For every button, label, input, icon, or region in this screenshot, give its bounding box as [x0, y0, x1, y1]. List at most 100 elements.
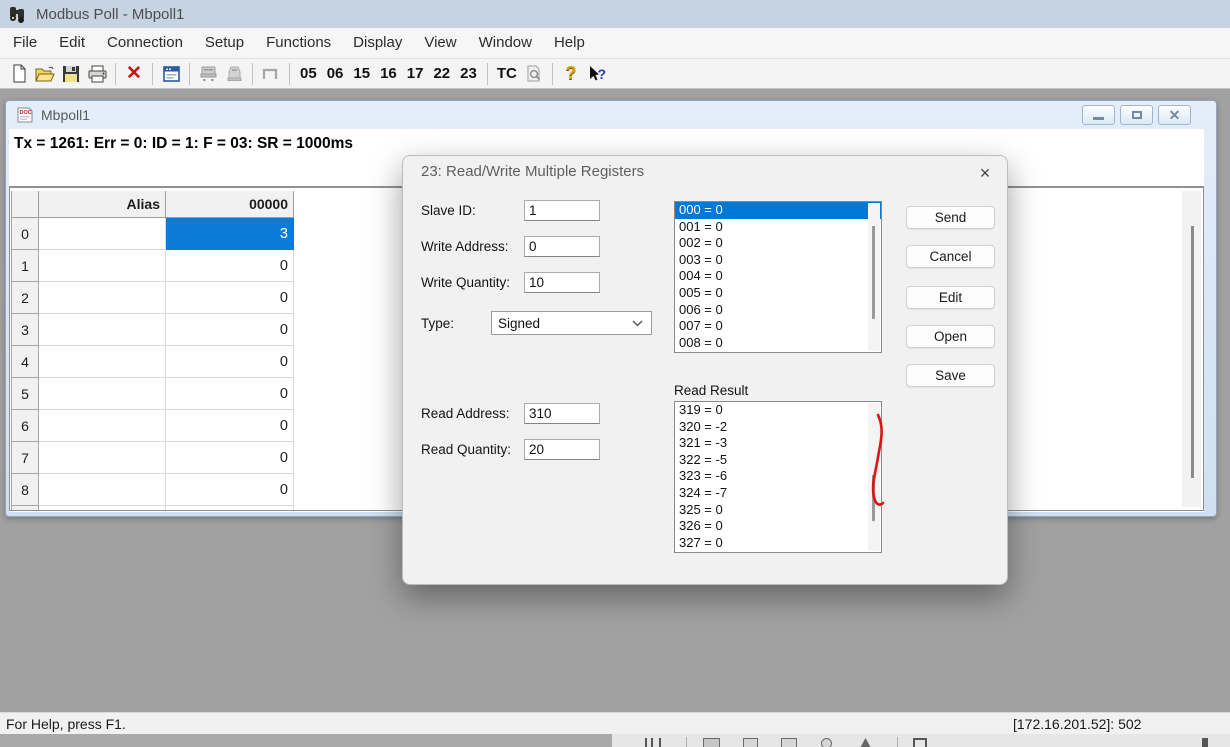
value-cell-8[interactable]: 0: [166, 474, 294, 506]
list-item[interactable]: 004 = 0: [675, 268, 881, 285]
read-address-field[interactable]: 310: [524, 403, 600, 424]
edit-button[interactable]: Edit: [906, 286, 995, 309]
display-log-icon[interactable]: [521, 62, 547, 86]
communication-traffic-icon[interactable]: [221, 62, 247, 86]
read-result-list[interactable]: 319 = 0320 = -2321 = -3322 = -5323 = -63…: [674, 401, 882, 553]
row-header-0[interactable]: 0: [11, 218, 39, 250]
read-list-scrollbar[interactable]: [868, 403, 880, 551]
setup-window-icon[interactable]: [158, 62, 184, 86]
list-item[interactable]: 322 = -5: [675, 452, 881, 469]
value-cell-2[interactable]: 0: [166, 282, 294, 314]
row-header-3[interactable]: 3: [11, 314, 39, 346]
value-cell-4[interactable]: 0: [166, 346, 294, 378]
alias-cell-6[interactable]: [39, 410, 166, 442]
close-button[interactable]: ✕: [1158, 105, 1191, 125]
toolbar-fc-22[interactable]: 22: [428, 65, 455, 82]
toolbar-fc-06[interactable]: 06: [322, 65, 349, 82]
row-header-1[interactable]: 1: [11, 250, 39, 282]
toolbar-fc-23[interactable]: 23: [455, 65, 482, 82]
menu-functions[interactable]: Functions: [255, 28, 342, 58]
list-item[interactable]: 006 = 0: [675, 302, 881, 319]
mbpoll-titlebar[interactable]: DOC Mbpoll1 ✕: [6, 101, 1216, 129]
toolbar-fc-17[interactable]: 17: [402, 65, 429, 82]
cancel-button[interactable]: Cancel: [906, 245, 995, 268]
value-cell-5[interactable]: 0: [166, 378, 294, 410]
column-header-row[interactable]: [11, 191, 39, 218]
list-item[interactable]: 002 = 0: [675, 235, 881, 252]
list-item[interactable]: 003 = 0: [675, 252, 881, 269]
save-icon[interactable]: [58, 62, 84, 86]
alias-cell-4[interactable]: [39, 346, 166, 378]
list-item[interactable]: 001 = 0: [675, 219, 881, 236]
dialog-title[interactable]: 23: Read/Write Multiple Registers: [421, 163, 644, 180]
value-cell-6[interactable]: 0: [166, 410, 294, 442]
alias-cell-1[interactable]: [39, 250, 166, 282]
column-header-Alias[interactable]: Alias: [39, 191, 166, 218]
new-icon[interactable]: [6, 62, 32, 86]
help-icon[interactable]: ?: [558, 62, 584, 86]
list-item[interactable]: 007 = 0: [675, 318, 881, 335]
toolbar-fc-05[interactable]: 05: [295, 65, 322, 82]
disconnect-icon[interactable]: ✕: [121, 62, 147, 86]
open-icon[interactable]: [32, 62, 58, 86]
context-help-icon[interactable]: ?: [584, 62, 610, 86]
list-item[interactable]: 324 = -7: [675, 485, 881, 502]
write-list-scrollbar-thumb[interactable]: [872, 226, 875, 319]
list-item[interactable]: 008 = 0: [675, 335, 881, 352]
menu-file[interactable]: File: [2, 28, 48, 58]
grid-scrollbar-thumb[interactable]: [1191, 226, 1194, 478]
send-button[interactable]: Send: [906, 206, 995, 229]
menu-view[interactable]: View: [413, 28, 467, 58]
alias-cell-7[interactable]: [39, 442, 166, 474]
minimize-button[interactable]: [1082, 105, 1115, 125]
value-cell-1[interactable]: 0: [166, 250, 294, 282]
dialog-close-icon[interactable]: ×: [971, 161, 999, 185]
value-cell-7[interactable]: 0: [166, 442, 294, 474]
value-cell-3[interactable]: 0: [166, 314, 294, 346]
open-button[interactable]: Open: [906, 325, 995, 348]
alias-cell-2[interactable]: [39, 282, 166, 314]
write-quantity-field[interactable]: 10: [524, 272, 600, 293]
menu-display[interactable]: Display: [342, 28, 413, 58]
list-item[interactable]: 000 = 0: [675, 202, 881, 219]
grid-vertical-scrollbar[interactable]: [1182, 191, 1201, 507]
row-header-2[interactable]: 2: [11, 282, 39, 314]
write-registers-list[interactable]: 000 = 0001 = 0002 = 0003 = 0004 = 0005 =…: [674, 201, 882, 353]
menu-window[interactable]: Window: [468, 28, 543, 58]
alias-cell-5[interactable]: [39, 378, 166, 410]
restore-button[interactable]: [1120, 105, 1153, 125]
read-write-once-icon[interactable]: [195, 62, 221, 86]
read-quantity-field[interactable]: 20: [524, 439, 600, 460]
list-item[interactable]: 005 = 0: [675, 285, 881, 302]
write-list-scrollbar[interactable]: [868, 203, 880, 351]
list-item[interactable]: 325 = 0: [675, 502, 881, 519]
row-header-5[interactable]: 5: [11, 378, 39, 410]
value-cell-0[interactable]: 3: [166, 218, 294, 250]
row-header-4[interactable]: 4: [11, 346, 39, 378]
row-header-7[interactable]: 7: [11, 442, 39, 474]
list-item[interactable]: 321 = -3: [675, 435, 881, 452]
row-header-6[interactable]: 6: [11, 410, 39, 442]
save-button[interactable]: Save: [906, 364, 995, 387]
alias-cell-0[interactable]: [39, 218, 166, 250]
list-item[interactable]: 327 = 0: [675, 535, 881, 552]
list-item[interactable]: 326 = 0: [675, 518, 881, 535]
pulse-icon[interactable]: [258, 62, 284, 86]
list-item[interactable]: 320 = -2: [675, 419, 881, 436]
type-dropdown[interactable]: Signed: [491, 311, 652, 335]
print-icon[interactable]: [84, 62, 110, 86]
toolbar-fc-15[interactable]: 15: [348, 65, 375, 82]
menu-help[interactable]: Help: [543, 28, 596, 58]
read-list-scrollbar-thumb[interactable]: [872, 475, 875, 521]
menu-setup[interactable]: Setup: [194, 28, 255, 58]
write-address-field[interactable]: 0: [524, 236, 600, 257]
toolbar-fc-16[interactable]: 16: [375, 65, 402, 82]
alias-cell-8[interactable]: [39, 474, 166, 506]
menu-connection[interactable]: Connection: [96, 28, 194, 58]
row-header-8[interactable]: 8: [11, 474, 39, 506]
list-item[interactable]: 323 = -6: [675, 468, 881, 485]
slave-id-field[interactable]: 1: [524, 200, 600, 221]
column-header-00000[interactable]: 00000: [166, 191, 294, 218]
tc-button[interactable]: TC: [493, 65, 521, 82]
list-item[interactable]: 319 = 0: [675, 402, 881, 419]
